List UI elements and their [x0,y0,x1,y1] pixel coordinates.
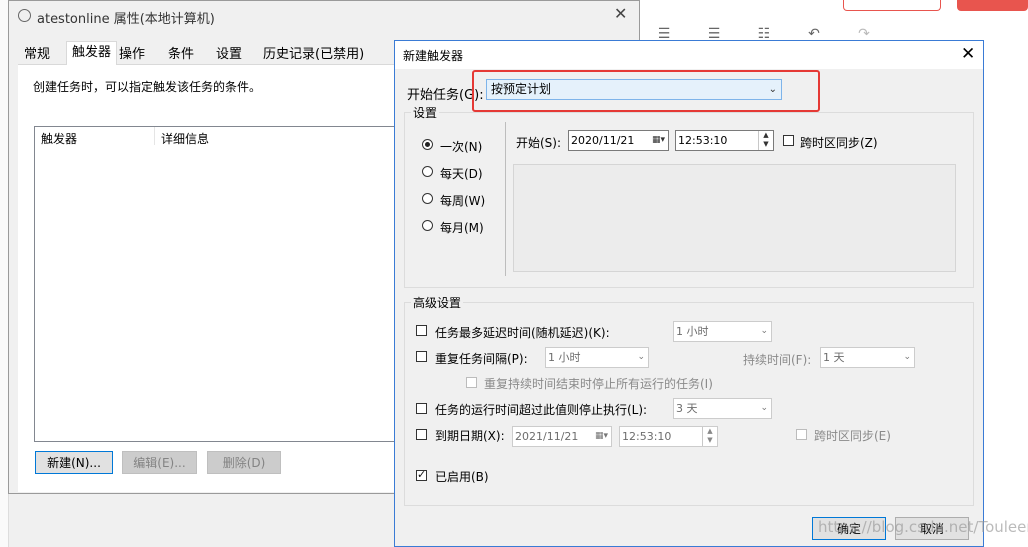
window-title: atestonline 属性(本地计算机) [37,12,215,27]
dialog-title: 新建触发器 [403,49,464,63]
tab-history[interactable]: 历史记录(已禁用) [258,45,369,64]
delay-label[interactable]: 任务最多延迟时间(随机延迟)(K): [435,324,610,341]
stop-repeat-checkbox[interactable] [466,377,477,388]
column-separator [154,127,155,145]
stop-longer-value: 3 天 [676,402,698,415]
expire-sync-checkbox[interactable] [796,429,807,440]
chevron-down-icon: ⌄ [637,352,645,362]
repeat-label[interactable]: 重复任务间隔(P): [435,350,528,367]
expire-date-input[interactable]: 2021/11/21 ▦▾ [512,426,612,447]
delete-trigger-button[interactable]: 删除(D) [207,451,281,474]
expire-time-spinner[interactable]: ▲ ▼ [702,427,717,446]
once-radio[interactable] [422,139,433,150]
start-date-input[interactable]: 2020/11/21 ▦▾ [568,130,669,151]
chevron-down-icon: ⌄ [760,403,768,413]
dialog-close-icon[interactable]: ✕ [961,44,975,64]
clock-icon [18,9,31,22]
expire-sync-label[interactable]: 跨时区同步(E) [814,427,891,444]
settings-separator [505,122,506,276]
close-icon[interactable]: ✕ [614,4,627,23]
stop-longer-label[interactable]: 任务的运行时间超过此值则停止执行(L): [435,401,647,418]
once-label[interactable]: 一次(N) [440,138,482,155]
watermark: https://blog.csdn.net/Touleer [818,518,1028,536]
weekly-label[interactable]: 每周(W) [440,192,485,209]
start-label: 开始(S): [516,136,562,150]
schedule-details-area [513,164,956,272]
time-spinner[interactable]: ▲ ▼ [758,131,773,150]
sync-timezone-label[interactable]: 跨时区同步(Z) [800,134,878,151]
triggers-list[interactable] [34,126,398,442]
stop-longer-select[interactable]: 3 天 ⌄ [673,398,772,419]
daily-radio[interactable] [422,166,433,177]
monthly-radio[interactable] [422,220,433,231]
expire-label[interactable]: 到期日期(X): [435,427,505,444]
repeat-select[interactable]: 1 小时 ⌄ [545,347,649,368]
delay-value: 1 小时 [676,325,709,338]
expire-date-value: 2021/11/21 [515,430,579,443]
edit-trigger-button[interactable]: 编辑(E)... [122,451,197,474]
background-primary-button[interactable] [957,0,1028,11]
expire-checkbox[interactable] [416,429,427,440]
dialog-titlebar [395,41,983,69]
expire-time-input[interactable]: 12:53:10 ▲ ▼ [619,426,718,447]
daily-label[interactable]: 每天(D) [440,165,483,182]
tab-general[interactable]: 常规 [19,45,55,64]
enabled-label[interactable]: 已启用(B) [435,468,489,485]
tab-settings[interactable]: 设置 [211,45,247,64]
enabled-checkbox[interactable] [416,468,427,481]
stop-repeat-label[interactable]: 重复持续时间结束时停止所有运行的任务(I) [484,375,713,392]
tab-conditions[interactable]: 条件 [163,45,199,64]
column-trigger[interactable]: 触发器 [41,130,77,147]
advanced-group-label: 高级设置 [411,294,464,311]
sync-timezone-checkbox[interactable] [783,135,794,146]
background-outline-button[interactable] [843,0,941,11]
chevron-down-icon: ⌄ [760,326,768,336]
delay-select[interactable]: 1 小时 ⌄ [673,321,772,342]
start-time-value: 12:53:10 [678,134,728,147]
repeat-checkbox[interactable] [416,351,427,362]
settings-group-label: 设置 [411,104,440,121]
tab-triggers[interactable]: 触发器 [66,41,118,65]
calendar-icon[interactable]: ▦▾ [652,131,665,150]
duration-label: 持续时间(F): [743,353,812,367]
start-time-input[interactable]: 12:53:10 ▲ ▼ [675,130,774,151]
duration-value: 1 天 [823,351,845,364]
duration-select[interactable]: 1 天 ⌄ [820,347,915,368]
weekly-radio[interactable] [422,193,433,204]
highlight-box [472,70,820,112]
tab-actions[interactable]: 操作 [114,45,150,64]
delay-checkbox[interactable] [416,325,427,336]
expire-time-value: 12:53:10 [622,430,672,443]
new-trigger-button[interactable]: 新建(N)... [35,451,113,474]
repeat-value: 1 小时 [548,351,581,364]
chevron-down-icon: ⌄ [903,352,911,362]
triggers-description: 创建任务时，可以指定触发该任务的条件。 [33,80,262,94]
start-date-value: 2020/11/21 [571,134,635,147]
column-details[interactable]: 详细信息 [161,130,209,147]
monthly-label[interactable]: 每月(M) [440,219,484,236]
stop-longer-checkbox[interactable] [416,403,427,414]
calendar-icon[interactable]: ▦▾ [595,427,608,446]
